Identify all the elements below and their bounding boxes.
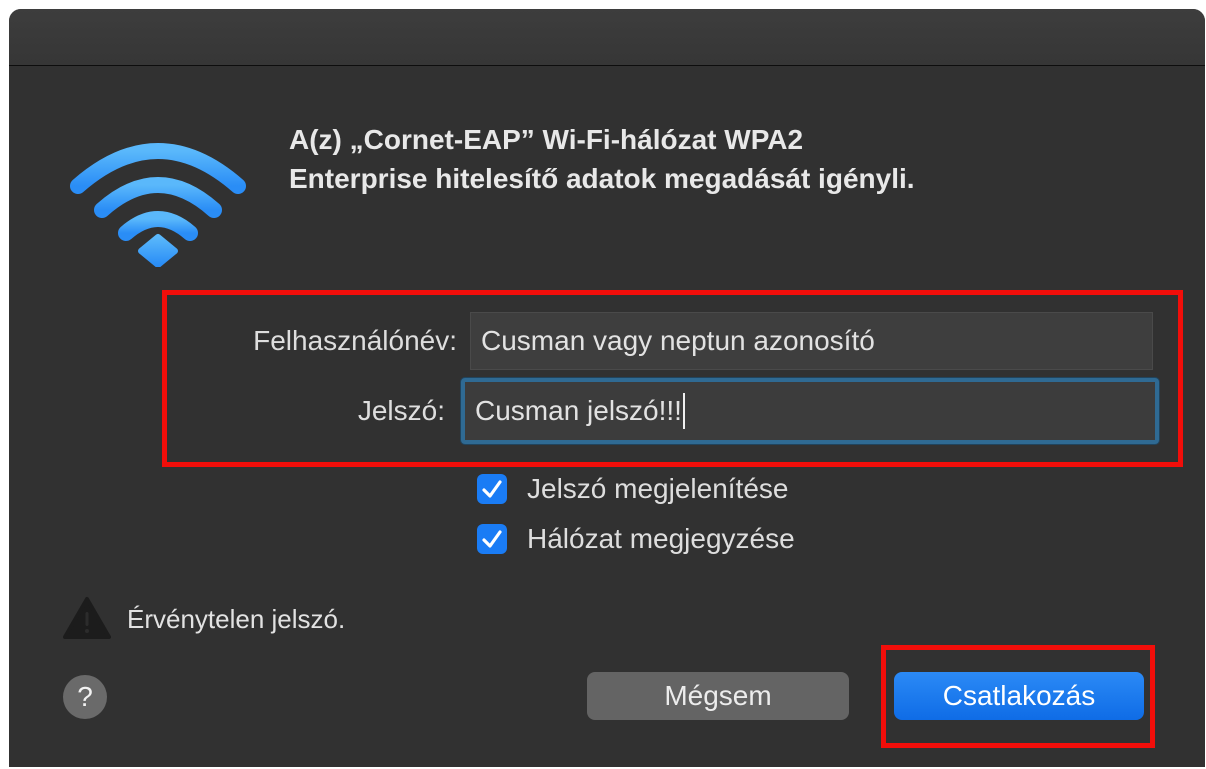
dialog-title: A(z) „Cornet-EAP” Wi-Fi-hálózat WPA2 Ent… [289,120,1169,198]
username-field[interactable]: Cusman vagy neptun azonosító [470,312,1153,370]
password-field[interactable]: Cusman jelszó!!! [461,378,1159,444]
show-password-label: Jelszó megjelenítése [527,473,789,504]
dialog-title-line2: Enterprise hitelesítő adatok megadását i… [289,163,915,194]
connect-button[interactable]: Csatlakozás [894,672,1144,720]
help-icon: ? [77,681,93,712]
username-row: Felhasználónév: [159,312,457,370]
window-titlebar[interactable] [9,9,1205,66]
checkmark-icon [482,480,502,498]
username-label: Felhasználónév: [253,325,457,356]
remember-network-checkbox[interactable] [477,524,507,554]
dialog-title-line1: A(z) „Cornet-EAP” Wi-Fi-hálózat WPA2 [289,124,804,155]
password-label: Jelszó: [357,395,445,426]
wifi-credentials-dialog: A(z) „Cornet-EAP” Wi-Fi-hálózat WPA2 Ent… [9,9,1205,767]
warning-icon [63,596,111,640]
wifi-icon [69,131,247,268]
password-row: Jelszó: [159,382,445,440]
show-password-checkbox[interactable] [477,474,507,504]
invalid-password-message: Érvénytelen jelszó. [127,604,346,634]
text-cursor [682,393,685,429]
remember-network-label: Hálózat megjegyzése [527,523,795,554]
password-value: Cusman jelszó!!! [475,395,682,426]
show-password-option[interactable]: Jelszó megjelenítése [477,471,897,507]
checkmark-icon [482,530,502,548]
cancel-button[interactable]: Mégsem [587,672,849,720]
help-button[interactable]: ? [63,675,107,719]
remember-network-option[interactable]: Hálózat megjegyzése [477,521,897,557]
